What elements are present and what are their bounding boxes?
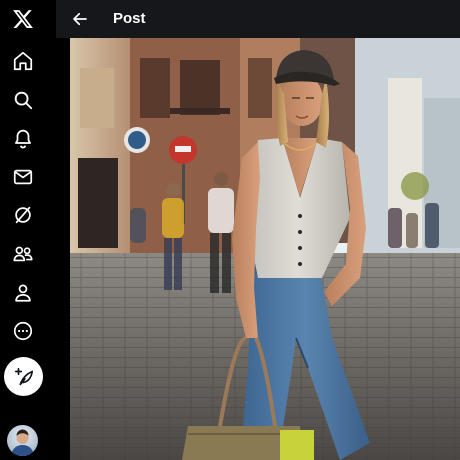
home-icon (13, 51, 33, 71)
nav-profile[interactable] (3, 275, 43, 311)
envelope-icon (13, 169, 33, 185)
nav-home[interactable] (3, 43, 43, 79)
app-window: Post (0, 0, 460, 460)
nav-notifications[interactable] (3, 120, 43, 156)
people-icon (13, 246, 33, 262)
post-photo[interactable] (70, 38, 460, 460)
avatar[interactable] (7, 425, 38, 456)
feather-plus-icon (14, 367, 33, 385)
page-title: Post (113, 10, 146, 27)
compose-post-button[interactable] (4, 357, 43, 396)
post-view: Post (56, 0, 460, 460)
sidebar-nav (0, 0, 46, 460)
x-logo-link[interactable] (3, 1, 43, 37)
back-button[interactable] (64, 3, 96, 35)
nav-explore[interactable] (3, 82, 43, 118)
post-header: Post (56, 0, 460, 38)
street-fashion-photo (70, 38, 460, 460)
arrow-left-icon (73, 12, 87, 26)
nav-communities[interactable] (3, 236, 43, 272)
person-icon (15, 284, 31, 302)
x-logo-icon (13, 10, 33, 28)
avatar-image (7, 425, 38, 456)
search-icon (14, 91, 33, 110)
more-circle-icon (13, 321, 33, 341)
nav-more[interactable] (3, 313, 43, 349)
nav-grok[interactable] (3, 197, 43, 233)
nav-messages[interactable] (3, 159, 43, 195)
bell-icon (14, 129, 32, 149)
grok-icon (15, 206, 31, 224)
